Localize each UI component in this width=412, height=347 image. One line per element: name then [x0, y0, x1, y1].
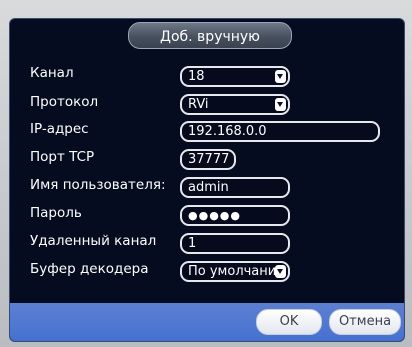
add-manually-dialog: Доб. вручную Канал 18 Протокол RVi IP-ад…	[9, 18, 405, 342]
decoder-buffer-label: Буфер декодера	[30, 261, 149, 277]
username-value: admin	[188, 180, 229, 195]
chevron-down-icon[interactable]	[275, 265, 286, 278]
password-field[interactable]: ●●●●●	[180, 205, 290, 226]
remote-channel-field[interactable]: 1	[180, 233, 290, 254]
ok-button[interactable]: OK	[256, 309, 322, 335]
ip-address-label: IP-адрес	[30, 121, 89, 137]
password-label: Пароль	[30, 205, 82, 221]
protocol-value: RVi	[188, 97, 209, 112]
tcp-port-label: Порт TCP	[30, 149, 95, 165]
dialog-title-bar: Доб. вручную	[128, 22, 292, 49]
remote-channel-label: Удаленный канал	[30, 233, 157, 249]
dialog-title: Доб. вручную	[160, 29, 260, 45]
username-field[interactable]: admin	[180, 177, 290, 198]
channel-select[interactable]: 18	[180, 66, 290, 87]
password-value: ●●●●●	[188, 209, 241, 222]
username-label: Имя пользователя:	[30, 177, 166, 193]
remote-channel-value: 1	[188, 236, 197, 251]
tcp-port-value: 37777	[188, 152, 230, 167]
channel-value: 18	[188, 69, 205, 84]
chevron-down-icon[interactable]	[275, 70, 286, 83]
cancel-button[interactable]: Отмена	[329, 309, 401, 335]
protocol-label: Протокол	[30, 94, 99, 110]
decoder-buffer-select[interactable]: По умолчани	[180, 261, 290, 282]
protocol-select[interactable]: RVi	[180, 94, 290, 115]
ip-address-field[interactable]: 192.168.0.0	[180, 121, 380, 142]
chevron-down-icon[interactable]	[275, 98, 286, 111]
ip-address-value: 192.168.0.0	[188, 124, 267, 139]
channel-label: Канал	[30, 65, 74, 81]
tcp-port-field[interactable]: 37777	[180, 149, 236, 170]
screen-frame: Доб. вручную Канал 18 Протокол RVi IP-ад…	[0, 0, 412, 347]
decoder-buffer-value: По умолчани	[188, 264, 277, 279]
